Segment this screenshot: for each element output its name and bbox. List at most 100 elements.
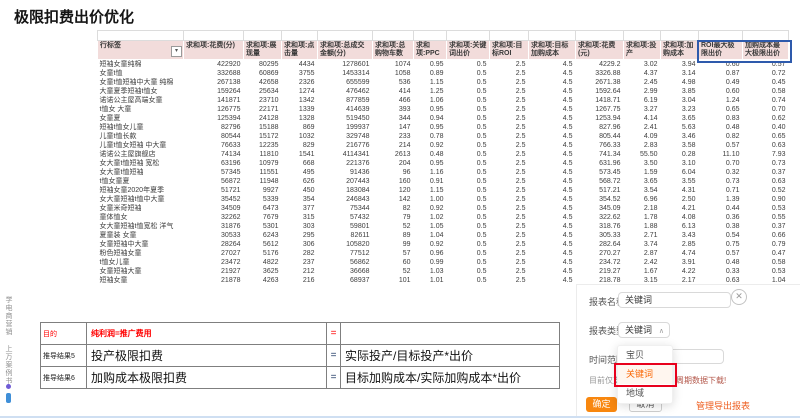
value-cell[interactable]: 0.5 (447, 276, 490, 285)
value-cell[interactable]: 82796 (184, 123, 244, 132)
value-cell[interactable]: 741.34 (576, 150, 624, 159)
value-cell[interactable]: 1.67 (624, 267, 661, 276)
value-cell[interactable]: 237 (282, 258, 318, 267)
value-cell[interactable]: 0.5 (447, 123, 490, 132)
value-cell[interactable]: 207443 (318, 177, 373, 186)
row-label-cell[interactable]: t恤女儿童 (98, 258, 184, 267)
value-cell[interactable]: 0.33 (699, 267, 743, 276)
value-cell[interactable]: 11810 (244, 150, 282, 159)
value-cell[interactable]: 0.5 (447, 240, 490, 249)
value-cell[interactable]: 141871 (184, 96, 244, 105)
value-cell[interactable]: 305.33 (576, 231, 624, 240)
value-cell[interactable]: 216776 (318, 141, 373, 150)
empty-grid-cell[interactable] (699, 31, 743, 41)
value-cell[interactable]: 4.5 (529, 87, 576, 96)
value-cell[interactable]: 77512 (318, 249, 373, 258)
value-cell[interactable]: 0.82 (699, 132, 743, 141)
empty-grid-cell[interactable] (490, 31, 529, 41)
value-cell[interactable]: 0.45 (743, 78, 789, 87)
row-label-cell[interactable]: 女大童t恤短袖 宽松 (98, 159, 184, 168)
value-cell[interactable]: 6.13 (661, 222, 699, 231)
row-label-cell[interactable]: 女童夏 (98, 114, 184, 123)
value-cell[interactable]: 4.5 (529, 123, 576, 132)
value-cell[interactable]: 1.15 (414, 78, 447, 87)
value-cell[interactable]: 3.27 (624, 105, 661, 114)
formula-expression-cell[interactable]: 实际投产/目标投产*出价 (341, 345, 560, 367)
value-cell[interactable]: 1074 (373, 60, 414, 70)
value-cell[interactable]: 51721 (184, 186, 244, 195)
value-cell[interactable]: 219.27 (576, 267, 624, 276)
value-cell[interactable]: 4.5 (529, 177, 576, 186)
value-cell[interactable]: 450 (282, 186, 318, 195)
value-cell[interactable]: 0.5 (447, 114, 490, 123)
empty-grid-cell[interactable] (282, 31, 318, 41)
value-cell[interactable]: 0.58 (743, 87, 789, 96)
value-cell[interactable]: 5176 (244, 249, 282, 258)
value-cell[interactable]: 295 (282, 231, 318, 240)
value-cell[interactable]: 3.85 (661, 87, 699, 96)
column-header[interactable]: 求和项:目标加购成本 (529, 41, 576, 60)
value-cell[interactable]: 21927 (184, 267, 244, 276)
value-cell[interactable]: 214 (373, 141, 414, 150)
value-cell[interactable]: 79 (373, 213, 414, 222)
value-cell[interactable]: 4.5 (529, 195, 576, 204)
value-cell[interactable]: 6.19 (624, 96, 661, 105)
value-cell[interactable]: 1274 (282, 87, 318, 96)
value-cell[interactable]: 2.5 (490, 213, 529, 222)
value-cell[interactable]: 1058 (373, 69, 414, 78)
value-cell[interactable]: 0.38 (699, 222, 743, 231)
value-cell[interactable]: 0.99 (414, 258, 447, 267)
value-cell[interactable]: 1342 (282, 96, 318, 105)
value-cell[interactable]: 4.5 (529, 78, 576, 87)
value-cell[interactable]: 2.5 (490, 168, 529, 177)
value-cell[interactable]: 0.92 (414, 240, 447, 249)
value-cell[interactable]: 2.5 (490, 258, 529, 267)
value-cell[interactable]: 4.5 (529, 168, 576, 177)
value-cell[interactable]: 0.5 (447, 150, 490, 159)
report-name-input[interactable]: 关键词 (618, 292, 731, 308)
value-cell[interactable]: 0.5 (447, 249, 490, 258)
value-cell[interactable]: 4.5 (529, 213, 576, 222)
value-cell[interactable]: 805.44 (576, 132, 624, 141)
value-cell[interactable]: 0.5 (447, 195, 490, 204)
value-cell[interactable]: 1.05 (414, 222, 447, 231)
value-cell[interactable]: 4.09 (624, 132, 661, 141)
value-cell[interactable]: 4434 (282, 60, 318, 70)
row-label-cell[interactable]: 女童短袖大童 (98, 267, 184, 276)
value-cell[interactable]: 0.28 (661, 150, 699, 159)
value-cell[interactable]: 0.95 (414, 159, 447, 168)
column-header[interactable]: 求和项:PPC (414, 41, 447, 60)
formula-label-cell[interactable]: 目的 (41, 323, 87, 345)
value-cell[interactable]: 0.5 (447, 231, 490, 240)
value-cell[interactable]: 57432 (318, 213, 373, 222)
value-cell[interactable]: 160 (373, 177, 414, 186)
value-cell[interactable]: 0.94 (414, 114, 447, 123)
value-cell[interactable]: 60869 (244, 69, 282, 78)
value-cell[interactable]: 80544 (184, 132, 244, 141)
value-cell[interactable]: 1.24 (699, 96, 743, 105)
value-cell[interactable]: 7679 (244, 213, 282, 222)
value-cell[interactable]: 4.31 (661, 186, 699, 195)
value-cell[interactable]: 306 (282, 240, 318, 249)
value-cell[interactable]: 4.5 (529, 267, 576, 276)
value-cell[interactable]: 3.10 (661, 159, 699, 168)
value-cell[interactable]: 3.65 (624, 177, 661, 186)
value-cell[interactable]: 4.5 (529, 132, 576, 141)
value-cell[interactable]: 57345 (184, 168, 244, 177)
value-cell[interactable]: 0.40 (743, 123, 789, 132)
value-cell[interactable]: 120 (373, 186, 414, 195)
value-cell[interactable]: 4.5 (529, 222, 576, 231)
value-cell[interactable]: 0.36 (699, 213, 743, 222)
value-cell[interactable]: 82611 (318, 231, 373, 240)
value-cell[interactable]: 655599 (318, 78, 373, 87)
row-label-cell[interactable]: 女大童t恤短袖 (98, 168, 184, 177)
value-cell[interactable]: 1267.75 (576, 105, 624, 114)
value-cell[interactable]: 4.5 (529, 186, 576, 195)
value-cell[interactable]: 0.72 (743, 69, 789, 78)
value-cell[interactable]: 626 (282, 177, 318, 186)
value-cell[interactable]: 0.52 (743, 186, 789, 195)
value-cell[interactable]: 414639 (318, 105, 373, 114)
value-cell[interactable]: 56872 (184, 177, 244, 186)
value-cell[interactable]: 4.5 (529, 150, 576, 159)
value-cell[interactable]: 5.63 (661, 123, 699, 132)
